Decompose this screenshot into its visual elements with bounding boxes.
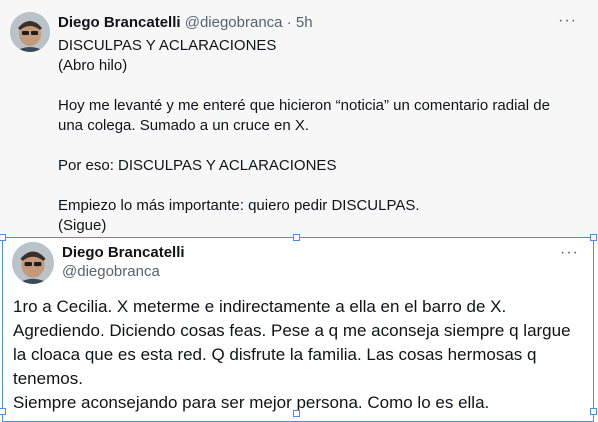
tweet-2-text: 1ro a Cecilia. X meterme e indirectament… <box>13 295 588 415</box>
text-line: (Abro hilo) <box>58 57 128 74</box>
resize-handle[interactable] <box>293 234 300 241</box>
text-line: 1ro a Cecilia. X meterme e indirectament… <box>13 297 571 388</box>
author-name[interactable]: Diego Brancatelli <box>62 244 185 262</box>
author-handle[interactable]: @diegobranca <box>62 263 160 281</box>
text-line: DISCULPAS Y ACLARACIONES <box>58 37 277 54</box>
resize-handle[interactable] <box>293 410 300 417</box>
text-line: Siempre aconsejando para ser mejor perso… <box>13 393 490 412</box>
text-line: Empiezo lo más importante: quiero pedir … <box>58 197 420 214</box>
resize-handle[interactable] <box>0 408 6 415</box>
text-line: Hoy me levanté y me enteré que hicieron … <box>58 97 550 134</box>
timestamp[interactable]: · 5h <box>287 14 313 31</box>
author-name[interactable]: Diego Brancatelli <box>58 14 181 31</box>
more-horizontal-icon[interactable]: ··· <box>560 245 579 261</box>
author-handle[interactable]: @diegobranca <box>185 14 283 31</box>
resize-handle[interactable] <box>590 408 597 415</box>
text-line: Por eso: DISCULPAS Y ACLARACIONES <box>58 157 337 174</box>
tweet-1-text: DISCULPAS Y ACLARACIONES (Abro hilo) Hoy… <box>58 36 578 236</box>
more-horizontal-icon[interactable]: ··· <box>558 13 577 29</box>
avatar[interactable] <box>10 12 50 52</box>
tweet-1-header: Diego Brancatelli @diegobranca · 5h <box>58 14 313 32</box>
text-line: (Sigue) <box>58 217 107 234</box>
resize-handle[interactable] <box>0 234 6 241</box>
resize-handle[interactable] <box>590 234 597 241</box>
tweet-2[interactable]: Diego Brancatelli @diegobranca ··· 1ro a… <box>0 234 597 422</box>
avatar[interactable] <box>12 242 54 284</box>
tweet-1[interactable]: Diego Brancatelli @diegobranca · 5h ··· … <box>0 0 598 237</box>
